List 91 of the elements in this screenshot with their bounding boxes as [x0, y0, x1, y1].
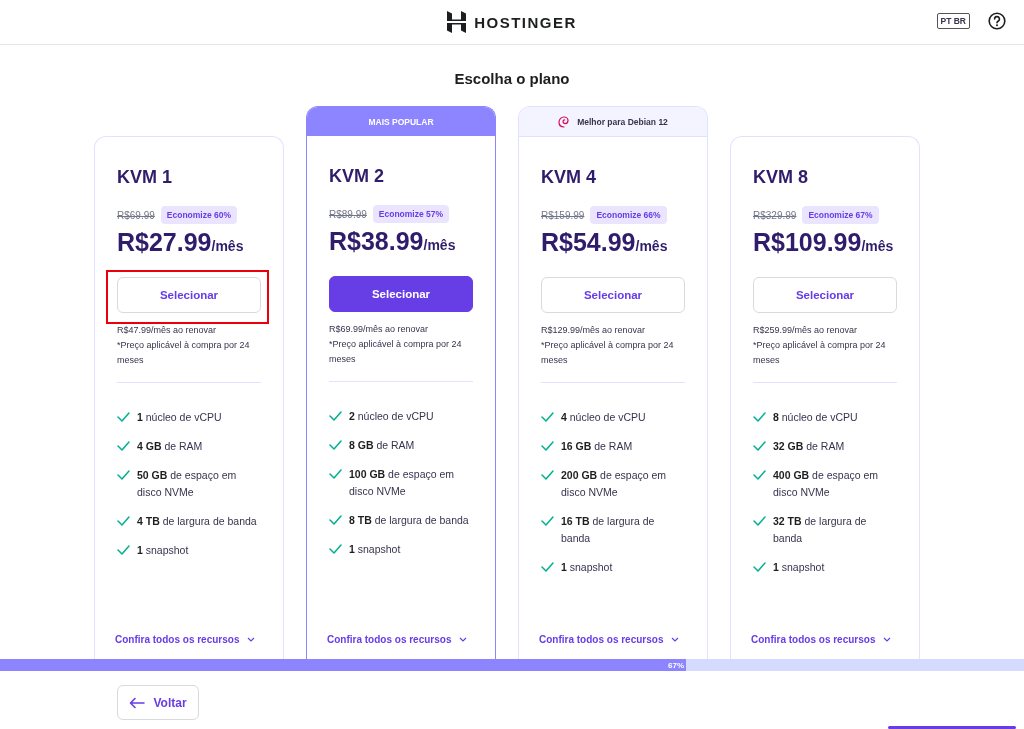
page-title: Escolha o plano [453, 70, 571, 87]
check-icon [541, 441, 554, 451]
check-icon [117, 545, 130, 555]
select-button[interactable]: Selecionar [541, 277, 685, 313]
arrow-left-icon [129, 696, 146, 709]
language-selector[interactable]: PT BR [936, 13, 970, 29]
price-note: *Preço aplicável à compra por 24 meses [753, 339, 887, 367]
check-icon [329, 544, 342, 554]
check-icon [541, 412, 554, 422]
check-icon [117, 441, 130, 451]
brand-name: HOSTINGER [474, 13, 577, 31]
check-icon [329, 440, 342, 450]
feature-text: 4 núcleo de vCPU [561, 410, 646, 425]
feature-text: 1 snapshot [561, 560, 613, 575]
all-features-link[interactable]: Confira todos os recursos [115, 634, 263, 645]
feature-text: 1 núcleo de vCPU [137, 410, 222, 425]
old-price: R$69.99 [117, 209, 155, 221]
plan-name: KVM 2 [329, 166, 384, 187]
back-button[interactable]: Voltar [117, 685, 199, 720]
chevron-down-icon [247, 637, 256, 642]
check-icon [329, 411, 342, 421]
check-icon [541, 470, 554, 480]
feature-text: 1 snapshot [773, 560, 825, 575]
feature-text: 8 GB de RAM [349, 438, 415, 453]
feature-text: 2 núcleo de vCPU [349, 409, 434, 424]
feature-text: 400 GB de espaço em disco NVMe [773, 468, 880, 500]
plan-price: R$38.99 [329, 227, 424, 256]
check-icon [329, 469, 342, 479]
select-button[interactable]: Selecionar [753, 277, 897, 313]
check-icon [753, 516, 766, 526]
check-icon [753, 562, 766, 572]
check-icon [117, 470, 130, 480]
feature-text: 4 TB de largura de banda [137, 514, 257, 529]
price-note: *Preço aplicável à compra por 24 meses [541, 339, 675, 367]
old-price: R$159.99 [541, 209, 585, 221]
price-note: *Preço aplicável à compra por 24 meses [117, 339, 251, 367]
feature-text: 32 GB de RAM [773, 439, 845, 454]
plan-price: R$109.99 [753, 228, 862, 257]
plan-name: KVM 8 [753, 167, 808, 188]
progress-label: 67% [668, 660, 686, 670]
plan-price: R$54.99 [541, 228, 636, 257]
feature-text: 4 GB de RAM [137, 439, 203, 454]
select-button[interactable]: Selecionar [329, 276, 473, 312]
plan-banner-label: Melhor para Debian 12 [577, 116, 668, 127]
chevron-down-icon [883, 637, 892, 642]
old-price: R$329.99 [753, 209, 797, 221]
feature-text: 1 snapshot [137, 543, 189, 558]
help-icon[interactable] [988, 12, 1006, 30]
swirl-icon [558, 115, 570, 128]
price-period: /mês [635, 238, 668, 254]
check-icon [329, 515, 342, 525]
discount-badge: Economize 67% [802, 206, 879, 224]
feature-text: 8 núcleo de vCPU [773, 410, 858, 425]
renewal-price: R$259.99/mês ao renovar [753, 324, 859, 337]
feature-text: 100 GB de espaço em disco NVMe [349, 467, 456, 499]
all-features-link[interactable]: Confira todos os recursos [539, 634, 687, 645]
all-features-link[interactable]: Confira todos os recursos [751, 634, 899, 645]
feature-text: 200 GB de espaço em disco NVMe [561, 468, 668, 500]
check-icon [753, 412, 766, 422]
all-features-link[interactable]: Confira todos os recursos [327, 634, 475, 645]
plan-name: KVM 1 [117, 167, 172, 188]
price-period: /mês [423, 237, 456, 253]
chevron-down-icon [459, 637, 468, 642]
price-note: *Preço aplicável à compra por 24 meses [329, 338, 463, 366]
feature-text: 1 snapshot [349, 542, 401, 557]
price-period: /mês [861, 238, 894, 254]
discount-badge: Economize 60% [160, 206, 238, 224]
feature-text: 50 GB de espaço em disco NVMe [137, 468, 238, 500]
check-icon [541, 562, 554, 572]
renewal-price: R$47.99/mês ao renovar [117, 324, 218, 337]
feature-text: 8 TB de largura de banda [349, 513, 469, 528]
renewal-price: R$69.99/mês ao renovar [329, 323, 430, 336]
check-icon [753, 470, 766, 480]
old-price: R$89.99 [329, 208, 367, 220]
logo-icon [447, 11, 467, 33]
check-icon [541, 516, 554, 526]
chevron-down-icon [671, 637, 680, 642]
check-icon [117, 516, 130, 526]
check-icon [753, 441, 766, 451]
discount-badge: Economize 57% [372, 205, 450, 223]
discount-badge: Economize 66% [590, 206, 667, 224]
check-icon [117, 412, 130, 422]
price-period: /mês [211, 238, 244, 254]
plan-name: KVM 4 [541, 167, 596, 188]
select-button[interactable]: Selecionar [117, 277, 261, 313]
renewal-price: R$129.99/mês ao renovar [541, 324, 647, 337]
feature-text: 16 TB de largura de banda [561, 514, 656, 546]
plan-banner-label: MAIS POPULAR [368, 116, 434, 127]
feature-text: 32 TB de largura de banda [773, 514, 868, 546]
plan-price: R$27.99 [117, 228, 212, 257]
feature-text: 16 GB de RAM [561, 439, 633, 454]
